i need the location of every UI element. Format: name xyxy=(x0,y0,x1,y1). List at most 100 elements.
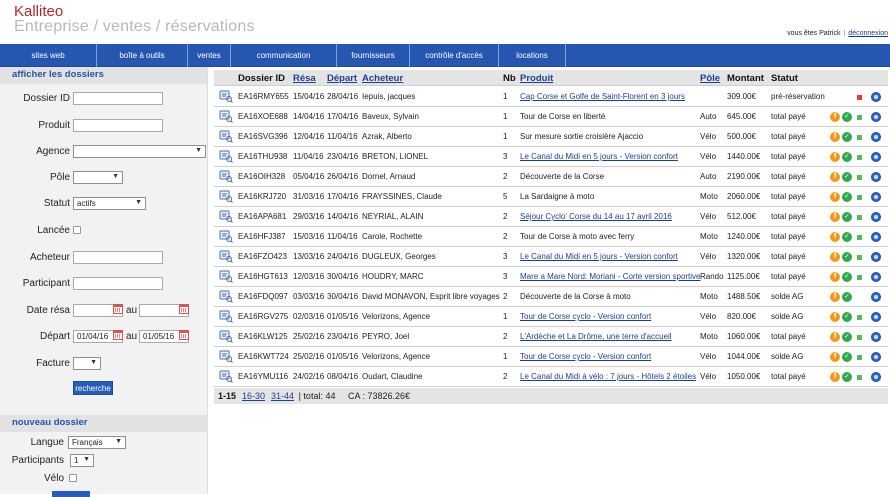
invoice-icon[interactable]: f xyxy=(830,132,840,142)
invoice-icon[interactable]: f xyxy=(830,192,840,202)
check-icon[interactable]: ✓ xyxy=(842,332,852,342)
details-icon[interactable] xyxy=(871,212,881,222)
langue-select[interactable]: Français ▼ xyxy=(68,436,126,449)
details-icon[interactable] xyxy=(871,272,881,282)
details-icon[interactable] xyxy=(871,252,881,262)
open-dossier-icon[interactable] xyxy=(219,250,233,263)
details-icon[interactable] xyxy=(871,292,881,302)
calendar-icon[interactable] xyxy=(113,330,123,340)
cell-produit[interactable]: L'Ardèche et La Drôme, une terre d'accue… xyxy=(520,332,672,341)
check-icon[interactable]: ✓ xyxy=(842,372,852,382)
invoice-icon[interactable]: f xyxy=(830,312,840,322)
col-acheteur-sort[interactable]: Acheteur xyxy=(362,73,403,84)
pole-select[interactable]: ▼ xyxy=(73,171,123,184)
col-depart-sort[interactable]: Départ xyxy=(327,73,357,84)
open-dossier-icon[interactable] xyxy=(219,310,233,323)
table-row[interactable]: EA16RMY655 15/04/16 28/04/16 Iepuis, jacque… xyxy=(214,87,888,107)
table-row[interactable]: EA16SVG396 12/04/16 11/04/16 Azrak, Alberto… xyxy=(214,127,888,147)
table-row[interactable]: EA16RGV275 02/03/16 01/05/16 Velorizons, Ag… xyxy=(214,307,888,327)
invoice-icon[interactable]: f xyxy=(830,292,840,302)
table-row[interactable]: EA16KLW125 25/02/16 23/04/16 PEYRO, Joel 2 L'… xyxy=(214,327,888,347)
logout-link[interactable]: déconnexion xyxy=(848,30,888,37)
invoice-icon[interactable]: f xyxy=(830,252,840,262)
check-icon[interactable]: ✓ xyxy=(842,232,852,242)
nav-item-2[interactable]: ventes xyxy=(188,44,231,67)
check-icon[interactable]: ✓ xyxy=(842,212,852,222)
nav-item-0[interactable]: sites web xyxy=(0,44,97,67)
dossier-id-input[interactable] xyxy=(73,92,163,105)
table-row[interactable]: EA16OIH328 05/04/16 26/04/16 Dornel, Arnaud… xyxy=(214,167,888,187)
check-icon[interactable]: ✓ xyxy=(842,252,852,262)
velo-checkbox[interactable] xyxy=(69,474,77,482)
nav-item-4[interactable]: fournisseurs xyxy=(337,44,410,67)
open-dossier-icon[interactable] xyxy=(219,330,233,343)
cell-produit[interactable]: Tour de Corse cyclo - Version confort xyxy=(520,312,651,321)
open-dossier-icon[interactable] xyxy=(219,270,233,283)
table-row[interactable]: EA16THU938 11/04/16 23/04/16 BRETON, LIONEL… xyxy=(214,147,888,167)
check-icon[interactable]: ✓ xyxy=(842,312,852,322)
table-row[interactable]: EA16KRJ720 31/03/16 17/04/16 FRAYSSINES, Cl… xyxy=(214,187,888,207)
details-icon[interactable] xyxy=(871,152,881,162)
invoice-icon[interactable]: f xyxy=(830,112,840,122)
cell-produit[interactable]: Cap Corse et Golfe de Saint-Florent en 3… xyxy=(520,92,685,101)
search-button[interactable]: recherche xyxy=(73,381,113,395)
col-resa-sort[interactable]: Résa xyxy=(293,73,316,84)
check-icon[interactable]: ✓ xyxy=(842,152,852,162)
check-icon[interactable]: ✓ xyxy=(842,112,852,122)
details-icon[interactable] xyxy=(871,132,881,142)
check-icon[interactable]: ✓ xyxy=(842,272,852,282)
details-icon[interactable] xyxy=(871,172,881,182)
open-dossier-icon[interactable] xyxy=(219,170,233,183)
details-icon[interactable] xyxy=(871,92,881,102)
invoice-icon[interactable]: f xyxy=(830,332,840,342)
open-dossier-icon[interactable] xyxy=(219,110,233,123)
invoice-icon[interactable]: f xyxy=(830,372,840,382)
statut-select[interactable]: actifs ▼ xyxy=(73,197,146,210)
agence-select[interactable]: ▼ xyxy=(73,145,206,158)
open-dossier-icon[interactable] xyxy=(219,290,233,303)
check-icon[interactable]: ✓ xyxy=(842,132,852,142)
lancee-checkbox[interactable] xyxy=(73,226,81,234)
nav-item-5[interactable]: contrôle d'accès xyxy=(410,44,499,67)
invoice-icon[interactable]: f xyxy=(830,352,840,362)
acheteur-input[interactable] xyxy=(73,251,163,264)
table-row[interactable]: EA16HFJ387 15/03/16 11/04/16 Carole, Rochet… xyxy=(214,227,888,247)
table-row[interactable]: EA16APA681 29/03/16 14/04/16 NEYRIAL, ALAIN… xyxy=(214,207,888,227)
open-dossier-icon[interactable] xyxy=(219,210,233,223)
cell-produit[interactable]: Séjour Cyclo' Corse du 14 au 17 avril 20… xyxy=(520,212,672,221)
open-dossier-icon[interactable] xyxy=(219,90,233,103)
invoice-icon[interactable]: f xyxy=(830,172,840,182)
page-link-3[interactable]: 31-44 xyxy=(271,391,294,401)
check-icon[interactable]: ✓ xyxy=(842,352,852,362)
details-icon[interactable] xyxy=(871,192,881,202)
nav-item-3[interactable]: communication xyxy=(231,44,337,67)
produit-input[interactable] xyxy=(73,119,163,132)
page-link-2[interactable]: 16-30 xyxy=(242,391,265,401)
participants-select[interactable]: 1 ▼ xyxy=(70,454,94,467)
cell-produit[interactable]: Le Canal du Midi en 5 jours - Version co… xyxy=(520,152,678,161)
open-dossier-icon[interactable] xyxy=(219,150,233,163)
col-pole-sort[interactable]: Pôle xyxy=(700,73,720,84)
table-row[interactable]: EA16KWT724 25/02/16 01/05/16 Velorizons, Ag… xyxy=(214,347,888,367)
cell-produit[interactable]: Le Canal du Midi en 5 jours - Version co… xyxy=(520,252,678,261)
table-row[interactable]: EA16HGT613 12/03/16 30/04/16 HOUDRY, MARC 3 M… xyxy=(214,267,888,287)
sidebar-heading-new[interactable]: nouveau dossier xyxy=(0,415,208,432)
details-icon[interactable] xyxy=(871,372,881,382)
table-row[interactable]: EA16FDQ097 03/03/16 30/04/16 David MONAVON,… xyxy=(214,287,888,307)
sidebar-heading-search[interactable]: afficher les dossiers xyxy=(0,67,207,84)
cell-produit[interactable]: Tour de Corse cyclo - Version confort xyxy=(520,352,651,361)
invoice-icon[interactable]: f xyxy=(830,152,840,162)
check-icon[interactable]: ✓ xyxy=(842,192,852,202)
create-button[interactable] xyxy=(52,491,90,497)
nav-item-1[interactable]: boîte à outils xyxy=(97,44,188,67)
nav-item-6[interactable]: locations xyxy=(499,44,566,67)
calendar-icon[interactable] xyxy=(179,330,189,340)
check-icon[interactable]: ✓ xyxy=(842,292,852,302)
facture-select[interactable]: ▼ xyxy=(73,357,101,370)
open-dossier-icon[interactable] xyxy=(219,350,233,363)
details-icon[interactable] xyxy=(871,112,881,122)
table-row[interactable]: EA16YMU116 24/02/16 08/04/16 Oudart, Claudi… xyxy=(214,367,888,387)
invoice-icon[interactable]: f xyxy=(830,212,840,222)
details-icon[interactable] xyxy=(871,232,881,242)
open-dossier-icon[interactable] xyxy=(219,190,233,203)
